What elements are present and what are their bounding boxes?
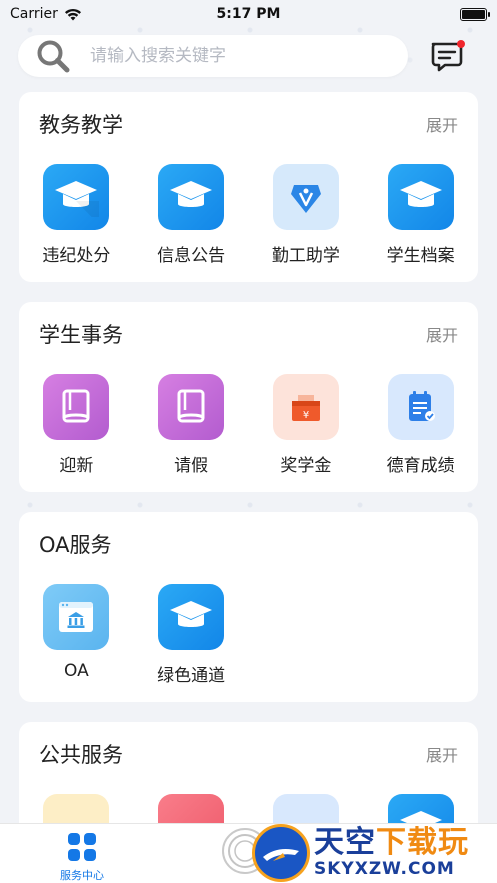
section-title: OA服务 — [39, 533, 112, 557]
watermark-en: SKYXZW.COM — [314, 859, 455, 879]
service-item-moral-score[interactable]: 德育成绩 — [363, 374, 478, 476]
search-box[interactable] — [18, 35, 408, 77]
service-item-green-channel[interactable]: 绿色通道 — [134, 584, 249, 686]
service-item-label: 信息公告 — [157, 246, 226, 266]
expand-button[interactable]: 展开 — [426, 742, 458, 766]
status-bar: Carrier 5:17 PM — [0, 0, 497, 28]
search-input[interactable] — [90, 46, 360, 66]
graduation-cap-icon — [43, 164, 110, 230]
book-icon — [158, 374, 225, 440]
battery-icon — [460, 7, 490, 21]
watermark-cn-accent: 下载玩 — [376, 825, 469, 860]
carrier-label: Carrier — [10, 6, 58, 22]
watermark-cn-main: 天空 — [314, 825, 376, 860]
graduation-cap-icon — [158, 164, 225, 230]
service-item-label: 绿色通道 — [157, 666, 226, 686]
search-row — [18, 34, 479, 78]
service-item-discipline[interactable]: 违纪处分 — [19, 164, 134, 266]
service-item-leave[interactable]: 请假 — [134, 374, 249, 476]
service-item-scholarship[interactable]: ¥ 奖学金 — [249, 374, 364, 476]
service-item-label: 迎新 — [59, 456, 94, 476]
building-window-icon — [43, 584, 110, 650]
book-icon — [43, 374, 110, 440]
service-item-notice[interactable]: 信息公告 — [134, 164, 249, 266]
service-item-welcome[interactable]: 迎新 — [19, 374, 134, 476]
watermark-logo — [252, 824, 310, 882]
status-left: Carrier — [10, 6, 82, 22]
tab-service-center[interactable]: 服务中心 — [52, 831, 112, 883]
graduation-cap-icon — [387, 164, 454, 230]
section-title: 教务教学 — [39, 113, 123, 137]
watermark: 天空下载玩 SKYXZW.COM — [252, 823, 497, 883]
pen-nib-icon — [272, 164, 339, 230]
expand-button[interactable]: 展开 — [426, 322, 458, 346]
service-item-label: 勤工助学 — [271, 246, 340, 266]
service-item-label: 德育成绩 — [386, 456, 455, 476]
money-box-icon: ¥ — [272, 374, 339, 440]
service-item-archive[interactable]: 学生档案 — [363, 164, 478, 266]
expand-button[interactable]: 展开 — [426, 112, 458, 136]
message-icon — [431, 40, 465, 72]
service-item-label: 学生档案 — [386, 246, 455, 266]
grid-icon — [68, 833, 96, 861]
section-card-academic: 教务教学 展开 违纪处分 信息公告 勤工助学 学生档案 — [19, 92, 478, 282]
service-item-label: 请假 — [174, 456, 209, 476]
graduation-cap-icon — [158, 584, 225, 650]
search-icon — [37, 40, 70, 73]
section-title: 公共服务 — [39, 743, 123, 767]
service-item-workstudy[interactable]: 勤工助学 — [249, 164, 364, 266]
service-item-label: OA — [64, 661, 89, 681]
tab-label: 服务中心 — [60, 869, 104, 882]
service-item-label: 违纪处分 — [42, 246, 111, 266]
section-title: 学生事务 — [39, 323, 123, 347]
watermark-text: 天空下载玩 SKYXZW.COM — [314, 828, 469, 878]
section-card-student-affairs: 学生事务 展开 迎新 请假 ¥ 奖学金 德育成绩 — [19, 302, 478, 492]
section-card-oa: OA服务 OA 绿色通道 — [19, 512, 478, 702]
service-item-label: 奖学金 — [280, 456, 332, 476]
status-time: 5:17 PM — [216, 6, 281, 22]
svg-text:¥: ¥ — [303, 410, 309, 421]
wifi-icon — [64, 8, 81, 20]
checklist-icon — [387, 374, 454, 440]
message-button[interactable] — [428, 36, 468, 76]
service-item-oa[interactable]: OA — [19, 584, 134, 686]
